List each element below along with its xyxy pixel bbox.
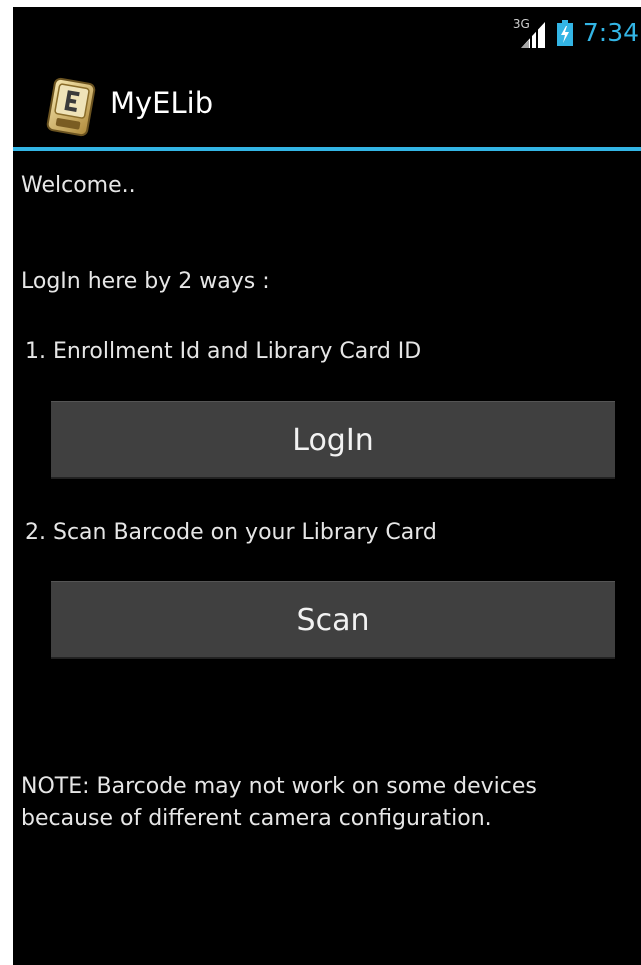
app-screen: 3G 7:34 MyELib Welcome.. LogIn here by 2… <box>13 7 641 965</box>
status-icons: 3G 7:34 <box>513 15 641 51</box>
app-logo-icon[interactable] <box>41 77 101 137</box>
option1-text: 1. Enrollment Id and Library Card ID <box>25 339 422 364</box>
action-bar-divider <box>13 147 641 151</box>
option2-text: 2. Scan Barcode on your Library Card <box>25 520 437 545</box>
login-intro-text: LogIn here by 2 ways : <box>21 269 270 294</box>
welcome-text: Welcome.. <box>21 173 136 198</box>
battery-charging-icon <box>556 20 573 46</box>
status-clock: 7:34 <box>582 18 639 47</box>
action-bar: MyELib <box>13 57 641 147</box>
login-button[interactable]: LogIn <box>51 401 615 479</box>
note-text: NOTE: Barcode may not work on some devic… <box>21 774 537 831</box>
signal-icon <box>520 22 545 48</box>
scan-button[interactable]: Scan <box>51 581 615 659</box>
app-title: MyELib <box>110 86 214 120</box>
status-bar: 3G 7:34 <box>13 7 641 57</box>
signal-indicator: 3G <box>513 18 547 48</box>
